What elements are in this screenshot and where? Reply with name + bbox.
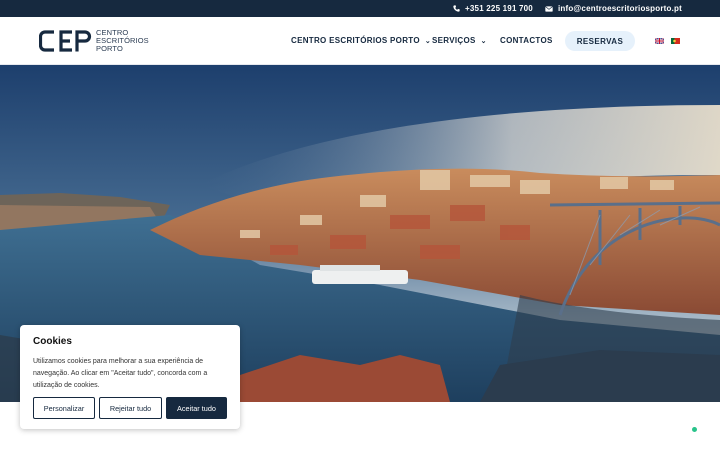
phone-icon: [453, 5, 460, 12]
phone-contact[interactable]: +351 225 191 700: [453, 4, 533, 13]
chevron-down-icon: ⌄: [424, 37, 432, 45]
chevron-down-icon: ⌄: [480, 37, 487, 45]
accept-cookies-button[interactable]: Aceitar tudo: [166, 397, 227, 419]
nav-item-label: CENTRO ESCRITÓRIOS PORTO: [291, 36, 420, 45]
nav-item-label: SERVIÇOS: [432, 36, 476, 45]
cookie-banner: Cookies Utilizamos cookies para melhorar…: [20, 325, 240, 429]
uk-flag-icon[interactable]: [655, 38, 664, 44]
phone-number: +351 225 191 700: [465, 4, 533, 13]
status-indicator-dot: [692, 427, 697, 432]
top-contact-bar: +351 225 191 700 info@centroescritoriosp…: [0, 0, 720, 17]
nav-item-servicos[interactable]: SERVIÇOS ⌄: [432, 36, 487, 45]
cookie-banner-text: Utilizamos cookies para melhorar a sua e…: [33, 358, 208, 389]
email-address: info@centroescritoriosporto.pt: [557, 4, 682, 13]
cookie-banner-actions: Personalizar Rejeitar tudo Aceitar tudo: [33, 397, 227, 419]
logo-wordmark: CENTRO ESCRITÓRIOS PORTO: [96, 29, 149, 53]
logo-line-3: PORTO: [96, 44, 123, 53]
reject-cookies-button[interactable]: Rejeitar tudo: [99, 397, 162, 419]
site-header: CENTRO ESCRITÓRIOS PORTO CENTRO ESCRITÓR…: [0, 17, 720, 65]
nav-item-contactos[interactable]: CONTACTOS: [500, 36, 553, 45]
nav-item-centro-escritorios-porto[interactable]: CENTRO ESCRITÓRIOS PORTO ⌄: [291, 36, 431, 45]
site-logo[interactable]: CENTRO ESCRITÓRIOS PORTO: [39, 29, 149, 53]
customize-cookies-button[interactable]: Personalizar: [33, 397, 95, 419]
cookie-banner-title: Cookies: [33, 336, 72, 347]
envelope-icon: [545, 5, 553, 12]
email-contact[interactable]: info@centroescritoriosporto.pt: [545, 4, 682, 13]
logo-mark: [39, 29, 92, 53]
portugal-flag-icon[interactable]: [671, 38, 680, 44]
reservas-button[interactable]: RESERVAS: [565, 31, 635, 51]
logo-mark-graphic: [39, 30, 92, 52]
nav-item-label: CONTACTOS: [500, 36, 553, 45]
